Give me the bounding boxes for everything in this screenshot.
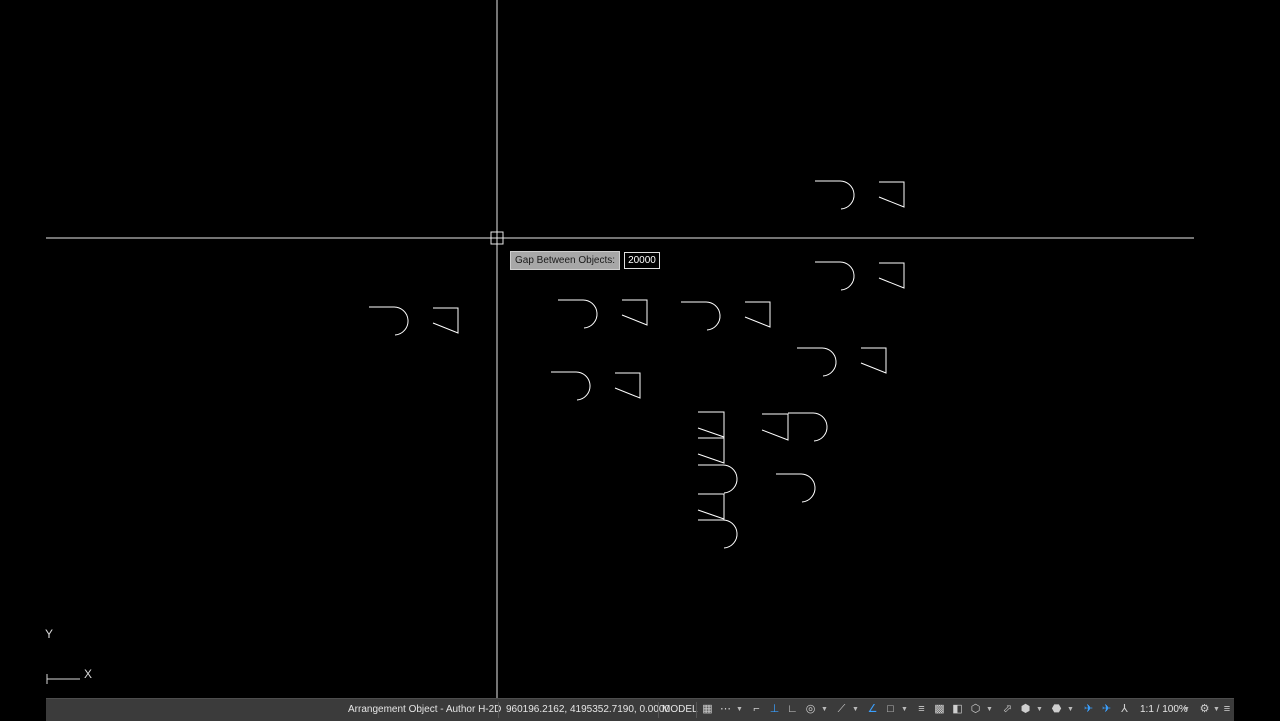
flag-shape	[697, 437, 725, 464]
transparency-icon[interactable]: ▩	[932, 702, 947, 717]
hook-shape	[815, 261, 855, 291]
chevron-down-icon[interactable]: ▼	[1213, 702, 1220, 717]
chevron-down-icon[interactable]: ▼	[986, 702, 993, 717]
workspace-icon[interactable]: ⚙	[1197, 702, 1212, 717]
hook-shape	[788, 412, 828, 442]
chevron-down-icon[interactable]: ▼	[901, 702, 908, 717]
hook-shape	[797, 347, 837, 377]
isodraft-icon[interactable]: ⟋	[834, 702, 849, 717]
units-icon[interactable]: ✈	[1099, 702, 1114, 717]
flag-shape	[614, 372, 641, 399]
customize-icon[interactable]: ≡	[1222, 702, 1232, 717]
3d-osnap-icon[interactable]: ⬡	[968, 702, 983, 717]
gap-between-objects-label: Gap Between Objects:	[510, 251, 621, 270]
flag-shape	[761, 413, 789, 441]
ucs-y-label: Y	[45, 627, 54, 641]
gizmo-icon[interactable]: ⬢	[1018, 702, 1033, 717]
separator	[658, 702, 659, 718]
coordinates-readout[interactable]: 960196.2162, 4195352.7190, 0.0000	[506, 699, 670, 721]
isolate-icon[interactable]: ⬣	[1049, 702, 1064, 717]
status-bar: Arrangement Object - Author H-2D 960196.…	[46, 698, 1234, 721]
chevron-down-icon[interactable]: ▼	[736, 702, 743, 717]
polar-icon[interactable]: ◎	[803, 702, 818, 717]
separator	[498, 702, 499, 718]
flag-shape	[697, 411, 725, 438]
hook-shape	[551, 371, 591, 401]
dynamic-ucs-icon[interactable]: ⊥	[767, 702, 782, 717]
ucs-icon	[46, 674, 80, 684]
snap-icon[interactable]: ⋯	[718, 702, 733, 717]
ucs-x-label: X	[84, 667, 93, 681]
flag-shape	[878, 181, 905, 208]
drawing-objects	[369, 180, 905, 549]
flag-shape	[878, 262, 905, 289]
annotation-monitor-icon[interactable]: ✈	[1081, 702, 1096, 717]
hook-shape	[776, 473, 816, 503]
annotation-scale-button[interactable]: 1:1 / 100%	[1140, 699, 1188, 721]
hook-shape	[558, 299, 598, 329]
hook-shape	[815, 180, 855, 210]
dynamic-input-tooltip: Gap Between Objects: 20000	[510, 251, 661, 270]
infer-icon[interactable]: ⌐	[749, 702, 764, 717]
flag-shape	[621, 299, 648, 326]
model-space-button[interactable]: MODEL	[662, 699, 698, 721]
grid-icon[interactable]: ▦	[700, 702, 715, 717]
chevron-down-icon[interactable]: ▼	[1067, 702, 1074, 717]
drawing-canvas[interactable]	[0, 0, 1280, 698]
hook-shape	[681, 301, 721, 331]
separator	[696, 702, 697, 718]
chevron-down-icon[interactable]: ▼	[1183, 702, 1190, 717]
hook-shape	[698, 519, 738, 549]
quick-props-icon[interactable]: ⅄	[1117, 702, 1132, 717]
lineweight-icon[interactable]: ≡	[914, 702, 929, 717]
chevron-down-icon[interactable]: ▼	[821, 702, 828, 717]
command-label: Arrangement Object - Author H-2D	[348, 704, 502, 715]
hook-shape	[698, 464, 738, 494]
selection-cycling-icon[interactable]: ◧	[950, 702, 965, 717]
flag-shape	[432, 307, 459, 334]
chevron-down-icon[interactable]: ▼	[1036, 702, 1043, 717]
osnap-track-icon[interactable]: ∠	[865, 702, 880, 717]
ortho-icon[interactable]: ∟	[785, 702, 800, 717]
osnap-icon[interactable]: □	[883, 702, 898, 717]
hook-shape	[369, 306, 409, 336]
dynamic-input-icon[interactable]: ⬀	[1000, 702, 1015, 717]
chevron-down-icon[interactable]: ▼	[852, 702, 859, 717]
flag-shape	[697, 493, 725, 520]
flag-shape	[860, 347, 887, 374]
flag-shape	[744, 301, 771, 328]
gap-value-input[interactable]: 20000	[624, 252, 661, 269]
